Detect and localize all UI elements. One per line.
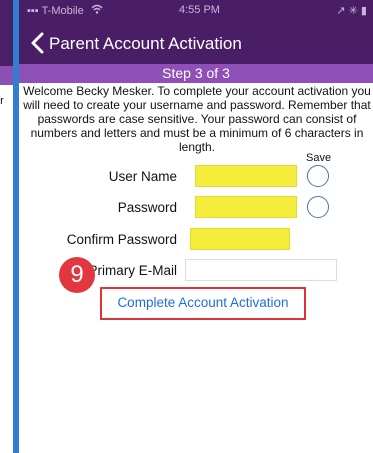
password-label: Password — [117, 200, 177, 215]
previous-screen-text: er — [0, 95, 4, 107]
email-label: Primary E-Mail — [88, 263, 177, 278]
previous-screen: er — [0, 0, 16, 453]
password-field[interactable] — [195, 196, 297, 218]
chevron-left-icon[interactable] — [27, 31, 49, 55]
confirm-password-field[interactable] — [190, 228, 290, 250]
save-column-header: Save — [306, 152, 332, 164]
wifi-icon — [91, 4, 103, 17]
username-field[interactable] — [195, 165, 297, 187]
status-bar: ▪▪▪ T-Mobile 4:55 PM ↗ ✳ ▮ — [19, 0, 373, 22]
status-icons: ↗ ✳ ▮ — [336, 5, 367, 17]
save-username-radio[interactable] — [307, 165, 329, 187]
signal-icon: ▪▪▪ — [27, 5, 42, 17]
carrier-label: ▪▪▪ T-Mobile — [27, 4, 103, 17]
intro-text: Welcome Becky Mesker. To complete your a… — [11, 84, 373, 154]
intro-line: will need to create your username and pa… — [23, 98, 371, 112]
previous-screen-step-band — [0, 66, 13, 85]
intro-line: numbers and letters and must be a minimu… — [30, 126, 364, 140]
carrier-name: T-Mobile — [41, 5, 84, 17]
step-number-badge: 9 — [59, 257, 95, 293]
status-time: 4:55 PM — [179, 4, 220, 16]
intro-line: passwords are case sensitive. Your passw… — [37, 112, 357, 126]
email-field[interactable] — [185, 259, 337, 281]
username-label: User Name — [108, 169, 177, 184]
confirm-password-label: Confirm Password — [66, 232, 177, 247]
page-title: Parent Account Activation — [49, 34, 242, 53]
previous-screen-header — [0, 0, 13, 66]
intro-line: Welcome Becky Mesker. To complete your a… — [23, 84, 371, 98]
step-indicator: Step 3 of 3 — [19, 64, 373, 83]
save-password-radio[interactable] — [307, 196, 329, 218]
phone-screen: ▪▪▪ T-Mobile 4:55 PM ↗ ✳ ▮ Parent Accoun… — [19, 0, 373, 453]
nav-bar: Parent Account Activation — [19, 22, 373, 64]
complete-activation-button[interactable]: Complete Account Activation — [100, 287, 306, 320]
